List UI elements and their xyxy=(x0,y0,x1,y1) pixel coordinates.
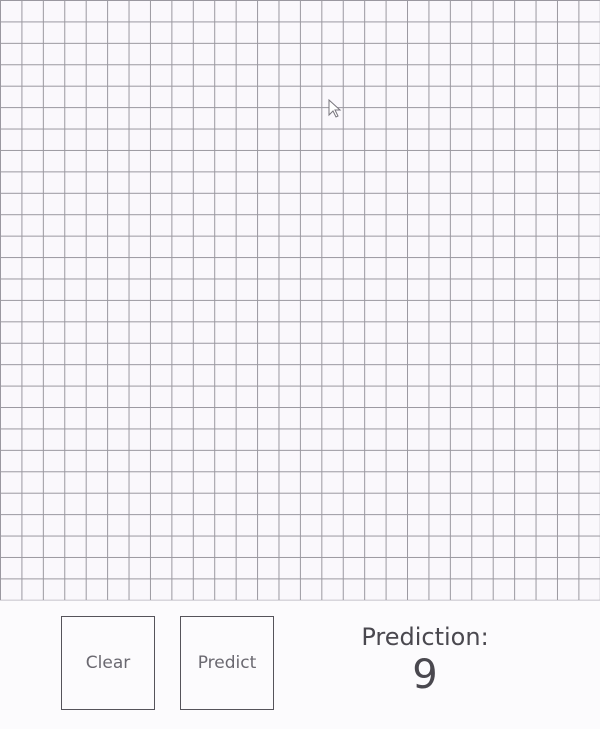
clear-button-label: Clear xyxy=(85,653,131,673)
predict-button[interactable]: Predict xyxy=(180,616,274,710)
predict-button-label: Predict xyxy=(197,653,257,673)
drawing-canvas[interactable] xyxy=(0,0,600,601)
prediction-label: Prediction: xyxy=(361,623,489,651)
digit-recognizer-app: Clear Predict Prediction: 9 xyxy=(0,0,600,729)
clear-button[interactable]: Clear xyxy=(61,616,155,710)
prediction-value: 9 xyxy=(412,652,438,698)
prediction-panel: Prediction: 9 xyxy=(340,620,510,698)
mouse-pointer-icon xyxy=(328,99,342,118)
